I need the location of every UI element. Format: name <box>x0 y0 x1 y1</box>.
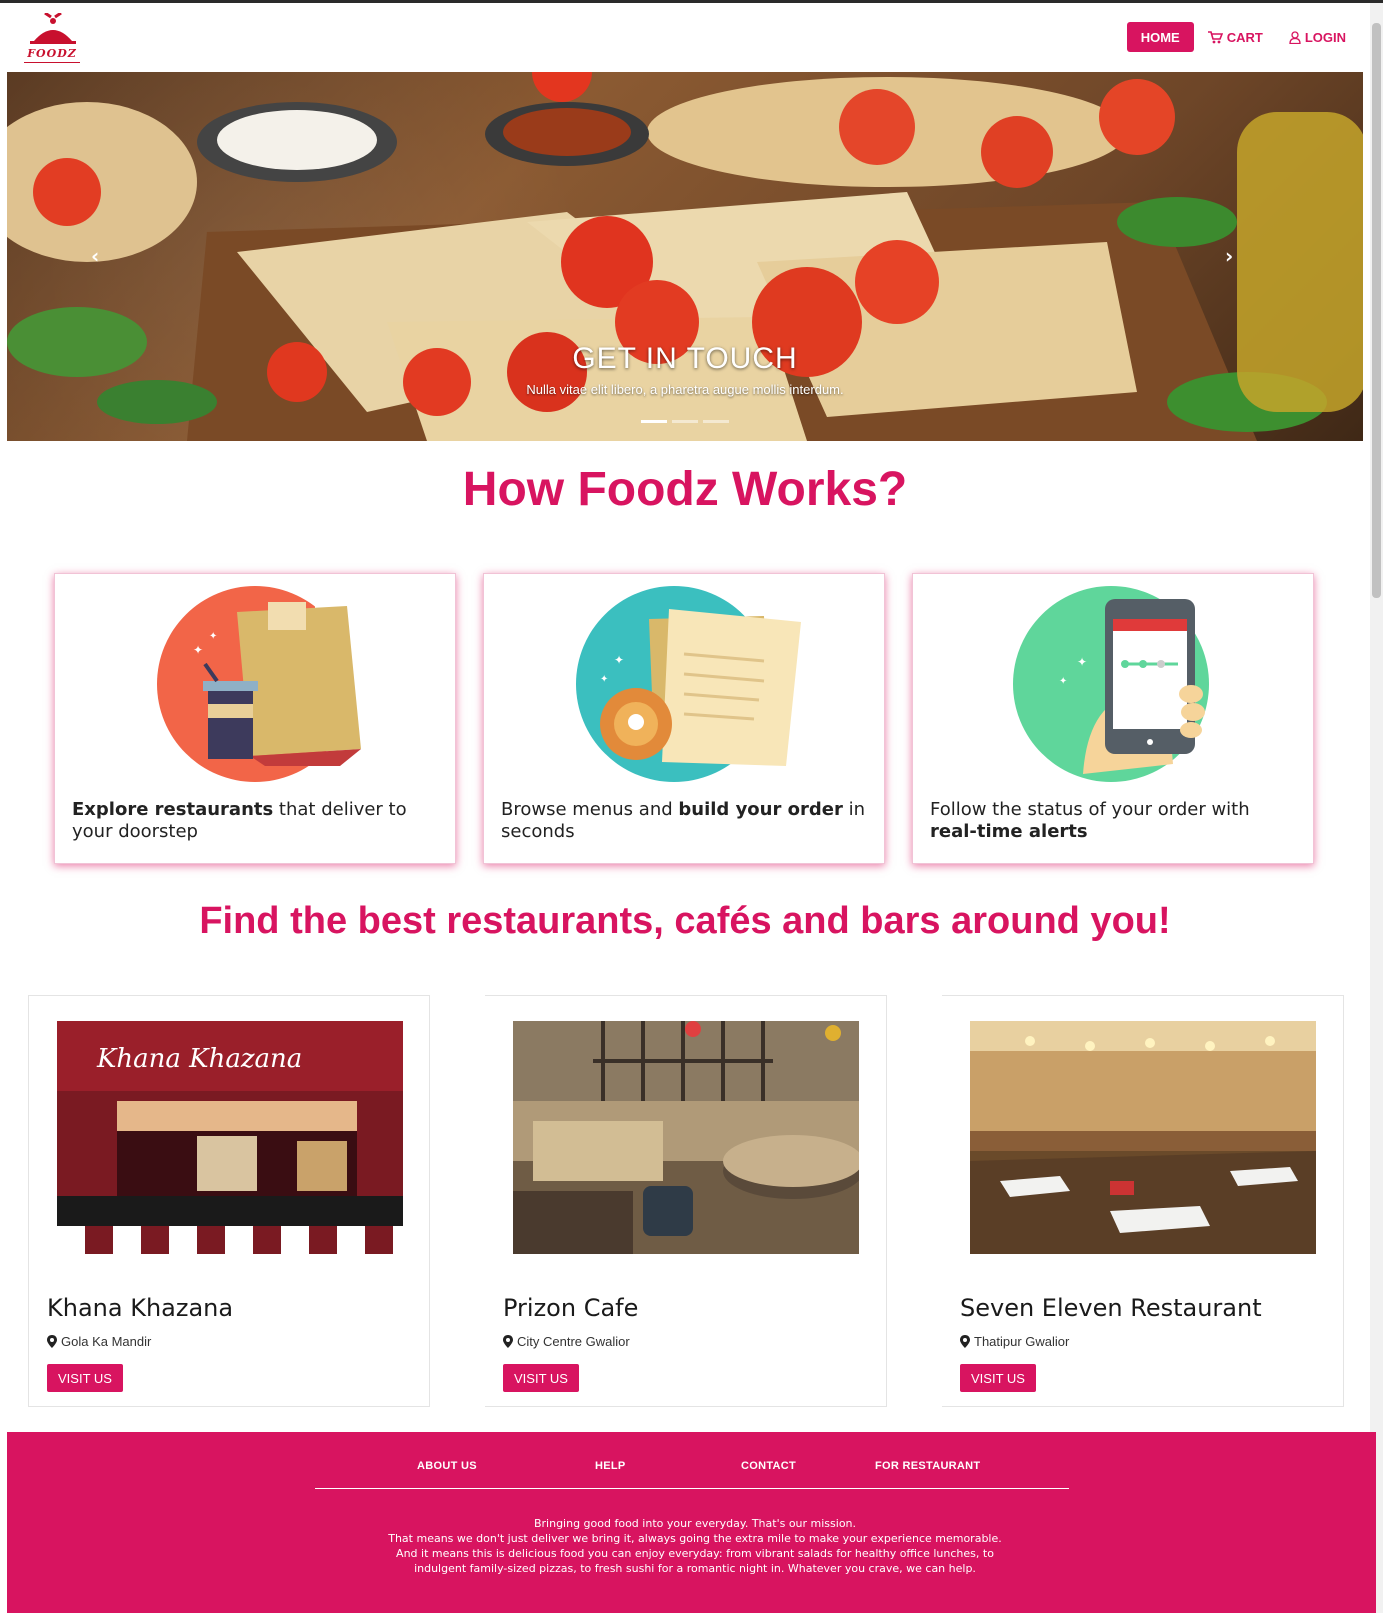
how-card-browse-text: Browse menus and build your order in sec… <box>501 799 871 843</box>
restaurant-card-seven-eleven: Seven Eleven Restaurant Thatipur Gwalior… <box>942 995 1344 1407</box>
map-marker-icon <box>503 1335 513 1348</box>
cart-icon <box>1207 30 1223 43</box>
user-icon <box>1289 30 1301 44</box>
restaurant-image-seven-eleven <box>970 1021 1316 1254</box>
restaurant-photo: Khana Khazana <box>57 1021 403 1254</box>
page-scrollbar[interactable] <box>1370 3 1383 1613</box>
restaurant-location: City Centre Gwalior <box>503 1334 630 1349</box>
restaurant-photo <box>513 1021 859 1254</box>
how-card-browse-bold: build your order <box>678 799 843 820</box>
scrollbar-thumb[interactable] <box>1372 23 1381 598</box>
hero-subtitle: Nulla vitae elit libero, a pharetra augu… <box>526 382 844 397</box>
how-heading: How Foodz Works? <box>462 463 908 516</box>
carousel-next-arrow[interactable]: › <box>1225 244 1233 268</box>
svg-text:✦: ✦ <box>193 643 203 657</box>
footer-link-for-restaurant[interactable]: FOR RESTAURANT <box>875 1460 980 1472</box>
restaurant-location: Thatipur Gwalior <box>960 1334 1069 1349</box>
footer-mission-text: Bringing good food into your everyday. T… <box>385 1516 1005 1576</box>
carousel-indicator-2[interactable] <box>672 420 698 423</box>
how-card-follow-text: Follow the status of your order with rea… <box>930 799 1300 843</box>
brand-logo[interactable]: FOODZ <box>24 11 80 63</box>
food-bag-icon: ✦ ✦ <box>157 586 375 782</box>
svg-text:✦: ✦ <box>600 674 608 685</box>
visit-us-button[interactable]: VISIT US <box>503 1364 579 1392</box>
carousel-indicators <box>641 420 734 423</box>
how-card-explore: ✦ ✦ Explore restaurants that deliver to … <box>54 573 456 864</box>
restaurant-name: Prizon Cafe <box>503 1294 639 1322</box>
how-card-follow-pre: Follow the status of your order with <box>930 799 1250 820</box>
visit-us-button[interactable]: VISIT US <box>47 1364 123 1392</box>
map-marker-icon <box>47 1335 57 1348</box>
brand-name: FOODZ <box>27 47 77 60</box>
footer-link-about-us[interactable]: ABOUT US <box>417 1460 477 1472</box>
restaurant-name: Khana Khazana <box>47 1294 234 1322</box>
restaurant-image-prizon-cafe <box>513 1021 859 1254</box>
restaurant-card-khana-khazana: Khana Khazana Khana Khazana Gola Ka Mand… <box>28 995 430 1407</box>
restaurant-location-text: City Centre Gwalior <box>517 1334 630 1349</box>
find-heading: Find the best restaurants, cafés and bar… <box>199 900 1171 942</box>
khana-khazana-sign: Khana Khazana <box>96 1044 302 1074</box>
nav-home-button[interactable]: HOME <box>1126 22 1194 52</box>
restaurant-card-prizon-cafe: Prizon Cafe City Centre Gwalior VISIT US <box>485 995 887 1407</box>
footer-link-contact[interactable]: CONTACT <box>741 1460 796 1472</box>
footer-link-help[interactable]: HELP <box>595 1460 626 1472</box>
cloche-icon <box>30 11 76 44</box>
carousel-prev-arrow[interactable]: ‹ <box>91 244 99 268</box>
nav-login-label: LOGIN <box>1304 29 1346 45</box>
map-marker-icon <box>960 1335 970 1348</box>
nav-links: HOME CART LOGIN <box>1126 22 1370 52</box>
svg-text:✦: ✦ <box>1059 676 1067 687</box>
menu-icon: ✦ ✦ <box>576 586 801 782</box>
how-card-follow-bold: real-time alerts <box>930 821 1088 842</box>
nav-cart-label: CART <box>1226 29 1263 45</box>
restaurant-location-text: Thatipur Gwalior <box>974 1334 1070 1349</box>
how-card-browse: ✦ ✦ Browse menus and build your order in… <box>483 573 885 864</box>
restaurant-location-text: Gola Ka Mandir <box>61 1334 152 1349</box>
carousel-indicator-1[interactable] <box>641 420 667 423</box>
footer-line: Bringing good food into your everyday. T… <box>533 1517 857 1530</box>
footer: ABOUT US HELP CONTACT FOR RESTAURANT Bri… <box>7 1432 1376 1613</box>
restaurant-image-khana-khazana: Khana Khazana <box>57 1021 403 1254</box>
footer-divider <box>315 1488 1069 1489</box>
svg-text:✦: ✦ <box>614 653 624 667</box>
restaurant-photo <box>970 1021 1316 1254</box>
carousel-indicator-3[interactable] <box>703 420 729 423</box>
how-card-follow: ✦ ✦ Follow the status of your order with… <box>912 573 1314 864</box>
restaurant-name: Seven Eleven Restaurant <box>960 1294 1262 1322</box>
hero-title: GET IN TOUCH <box>572 342 798 375</box>
nav-cart-link[interactable]: CART <box>1207 29 1263 45</box>
footer-line: And it means this is delicious food you … <box>396 1547 994 1575</box>
footer-line: That means we don't just deliver we brin… <box>388 1532 1002 1545</box>
how-card-explore-text: Explore restaurants that deliver to your… <box>72 799 442 843</box>
nav-login-link[interactable]: LOGIN <box>1289 30 1346 45</box>
how-card-explore-bold: Explore restaurants <box>72 799 274 820</box>
svg-text:✦: ✦ <box>209 631 217 642</box>
visit-us-button[interactable]: VISIT US <box>960 1364 1036 1392</box>
how-card-browse-pre: Browse menus and <box>501 799 679 820</box>
hero-carousel: ‹ › GET IN TOUCH Nulla vitae elit libero… <box>7 72 1363 441</box>
logo-underline <box>24 62 80 63</box>
svg-text:✦: ✦ <box>1077 655 1087 669</box>
navbar: FOODZ HOME CART LOGIN <box>0 3 1370 71</box>
restaurant-location: Gola Ka Mandir <box>47 1334 151 1349</box>
phone-icon: ✦ ✦ <box>1013 586 1209 782</box>
